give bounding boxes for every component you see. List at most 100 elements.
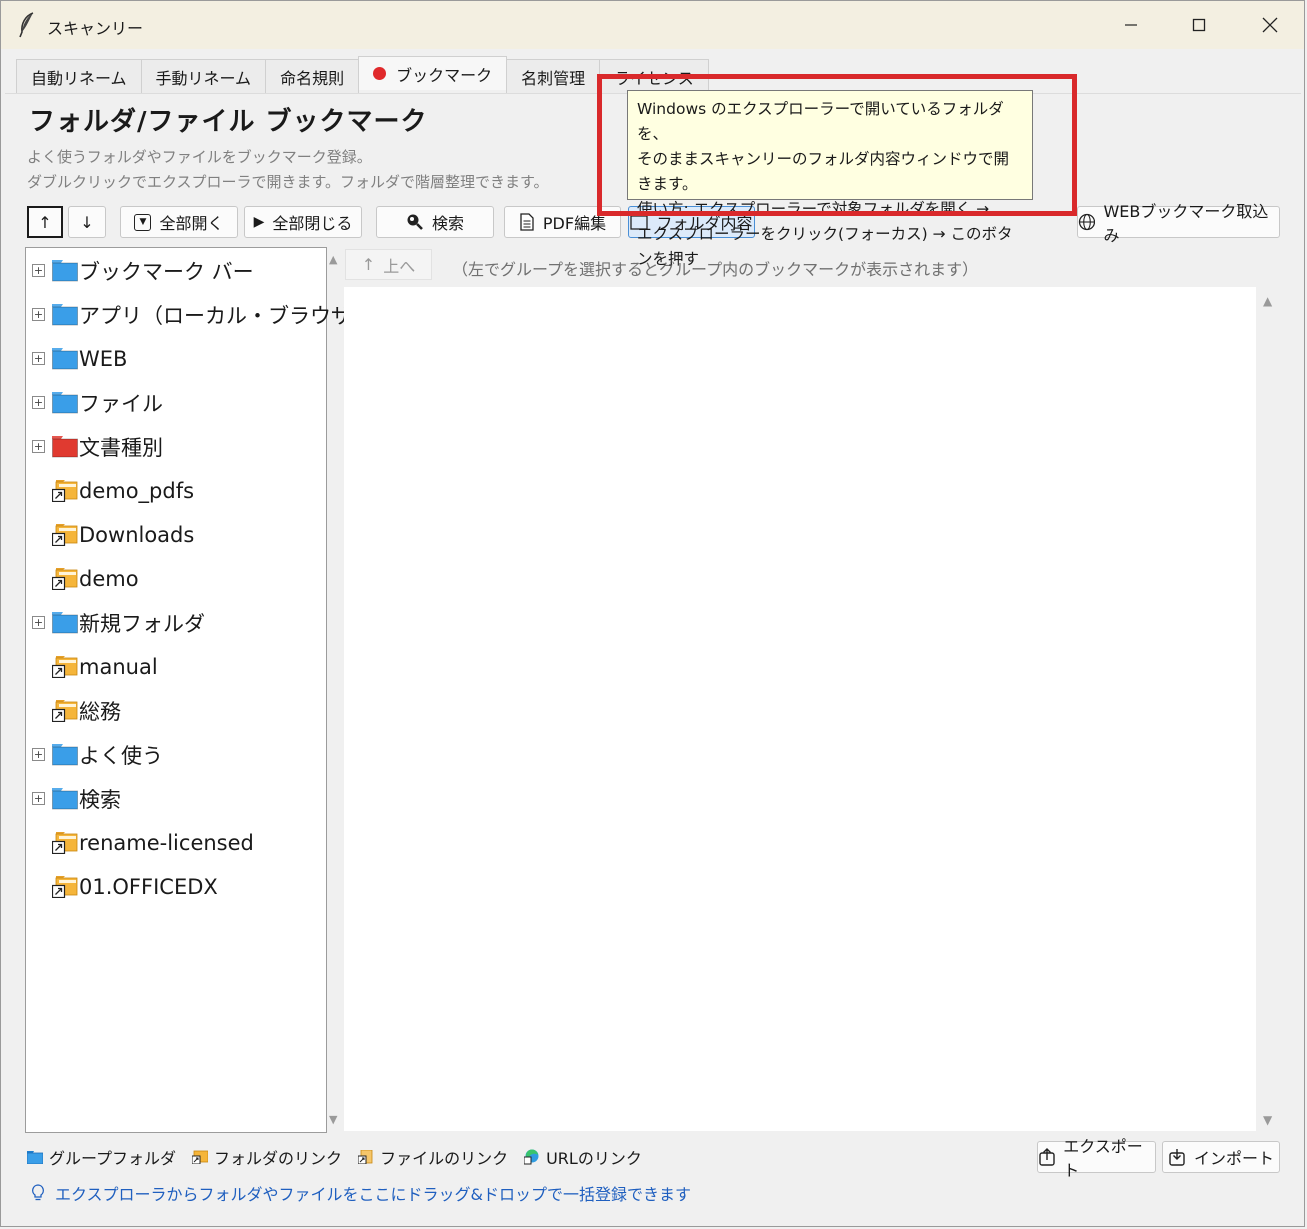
import-button[interactable]: インポート	[1162, 1141, 1280, 1173]
file-link-icon	[358, 1150, 373, 1164]
folder-link-icon	[192, 1150, 209, 1164]
drag-drop-hint: エクスプローラからフォルダやファイルをここにドラッグ&ドロップで一括登録できます	[31, 1181, 691, 1205]
button-label: インポート	[1193, 1149, 1274, 1168]
tree-item[interactable]: 01.OFFICEDX	[26, 867, 326, 907]
legend-url-link: URLのリンク	[524, 1145, 642, 1169]
maximize-button[interactable]	[1164, 1, 1234, 49]
expand-all-button[interactable]: ▼ 全部開く	[120, 206, 238, 238]
group-folder-icon	[52, 612, 78, 634]
tree-item[interactable]: 総務	[26, 691, 326, 731]
tree-item[interactable]: + アプリ（ローカル・ブラウザ）	[26, 295, 373, 335]
tree-item[interactable]: + 検索	[26, 779, 326, 819]
page-description: よく使うフォルダやファイルをブックマーク登録。	[27, 148, 372, 166]
hint-text: エクスプローラからフォルダやファイルをここにドラッグ&ドロップで一括登録できます	[55, 1185, 691, 1204]
close-button[interactable]	[1235, 1, 1305, 49]
legend-label: ファイルのリンク	[380, 1149, 509, 1168]
tree-item[interactable]: + ファイル	[26, 383, 326, 423]
tree-item-label: Downloads	[79, 523, 195, 547]
document-icon	[520, 213, 534, 231]
search-icon	[407, 214, 423, 230]
export-button[interactable]: エクスポート	[1037, 1137, 1156, 1180]
scroll-down-arrow-icon[interactable]: ▼	[329, 1113, 337, 1126]
tree-scrollbar[interactable]: ▲ ▼	[328, 251, 340, 1131]
tree-item[interactable]: + よく使う	[26, 735, 326, 775]
scroll-up-arrow-icon[interactable]: ▲	[1263, 294, 1272, 308]
tab-label: ブックマーク	[396, 65, 493, 85]
web-bookmark-import-button[interactable]: WEBブックマーク取込み	[1077, 202, 1280, 245]
legend-file-link: ファイルのリンク	[358, 1145, 508, 1169]
folder-link-icon	[52, 876, 78, 898]
button-label: 上へ	[383, 256, 416, 276]
move-down-button[interactable]: ↓	[68, 206, 106, 238]
move-up-button[interactable]: ↑	[27, 206, 63, 238]
page-description: ダブルクリックでエクスプローラで開きます。フォルダで階層整理できます。	[27, 173, 549, 191]
tab-manual-rename[interactable]: 手動リネーム	[140, 59, 267, 93]
title-bar[interactable]: スキャンリー	[1, 1, 1304, 49]
button-label: 全部開く	[159, 214, 224, 233]
tree-item[interactable]: + 文書種別	[26, 427, 326, 467]
tree-item-label: ブックマーク バー	[79, 260, 254, 284]
play-triangle-icon: ▶	[253, 214, 265, 230]
bookmark-list-panel[interactable]	[344, 287, 1256, 1131]
expand-plus-icon[interactable]: +	[32, 396, 45, 409]
close-icon	[1262, 17, 1278, 33]
group-folder-icon	[52, 304, 78, 326]
expand-triangle-icon: ▼	[134, 213, 152, 231]
bookmark-tree[interactable]: + ブックマーク バー + アプリ（ローカル・ブラウザ） + WEB + ファイル + 文書種別 d…	[25, 247, 373, 1133]
scroll-up-arrow-icon[interactable]: ▲	[329, 253, 337, 266]
search-button[interactable]: 検索	[376, 206, 494, 238]
group-folder-icon	[52, 788, 78, 810]
folder-link-icon	[52, 700, 78, 722]
tree-item[interactable]: + WEB	[26, 339, 326, 379]
tree-item[interactable]: demo_pdfs	[26, 471, 326, 511]
collapse-all-button[interactable]: ▶ 全部閉じる	[244, 206, 362, 238]
go-up-button[interactable]: ↑ 上へ	[345, 249, 432, 280]
tree-item[interactable]: + ブックマーク バー	[26, 251, 326, 291]
app-window: スキャンリー 自動リネーム 手動リネーム 命名規則 ブックマーク 名刺管理 ライ…	[0, 0, 1305, 1227]
tree-item-label: ファイル	[79, 392, 163, 416]
tab-label: 命名規則	[280, 68, 345, 88]
expand-plus-icon[interactable]: +	[32, 264, 45, 277]
minimize-button[interactable]	[1096, 1, 1166, 49]
scroll-down-arrow-icon[interactable]: ▼	[1263, 1113, 1272, 1127]
tree-item[interactable]: Downloads	[26, 515, 326, 555]
globe-icon	[1078, 213, 1096, 231]
expand-plus-icon[interactable]: +	[32, 616, 45, 629]
folder-link-icon	[52, 524, 78, 546]
expand-plus-icon[interactable]: +	[32, 352, 45, 365]
expand-plus-icon[interactable]: +	[32, 440, 45, 453]
group-folder-icon	[52, 348, 78, 370]
tree-item[interactable]: manual	[26, 647, 326, 687]
button-label: 全部閉じる	[272, 214, 353, 233]
folder-link-icon	[52, 656, 78, 678]
tree-item[interactable]: rename-licensed	[26, 823, 326, 863]
expand-plus-icon[interactable]: +	[32, 792, 45, 805]
tree-item-label: rename-licensed	[79, 831, 254, 855]
arrow-down-icon: ↓	[80, 212, 94, 232]
window-title: スキャンリー	[47, 19, 144, 38]
tab-auto-rename[interactable]: 自動リネーム	[16, 59, 142, 93]
expand-plus-icon[interactable]: +	[32, 308, 45, 321]
tree-item-label: よく使う	[79, 744, 163, 768]
tab-naming-rules[interactable]: 命名規則	[265, 59, 360, 93]
group-folder-icon	[52, 744, 78, 766]
export-icon	[1039, 1148, 1055, 1166]
page-title: フォルダ/ファイル ブックマーク	[29, 107, 428, 137]
tab-business-cards[interactable]: 名刺管理	[506, 59, 601, 93]
tab-bookmark[interactable]: ブックマーク	[358, 56, 508, 90]
tab-label: 名刺管理	[521, 68, 586, 88]
tree-item-label: 01.OFFICEDX	[79, 875, 218, 899]
tree-item[interactable]: + 新規フォルダ	[26, 603, 326, 643]
group-folder-icon	[27, 1150, 43, 1164]
tree-item-label: 新規フォルダ	[79, 612, 205, 636]
tree-item-label: 総務	[79, 700, 121, 724]
tree-item-label: WEB	[79, 347, 128, 371]
lightbulb-icon	[32, 1184, 44, 1201]
tree-item[interactable]: demo	[26, 559, 326, 599]
legend-folder-link: フォルダのリンク	[192, 1145, 342, 1169]
tab-label: 自動リネーム	[31, 68, 127, 88]
tree-item-label: manual	[79, 655, 158, 679]
expand-plus-icon[interactable]: +	[32, 748, 45, 761]
minimize-icon	[1125, 24, 1137, 26]
button-label: 検索	[431, 214, 464, 233]
